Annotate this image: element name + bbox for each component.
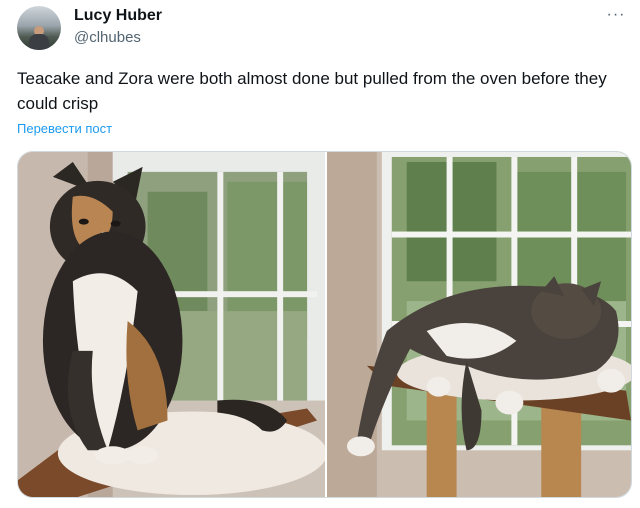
media-grid: [17, 151, 632, 498]
photo-tabby-cat[interactable]: [327, 152, 631, 497]
tabby-cat-image: [327, 152, 631, 497]
author-name[interactable]: Lucy Huber: [74, 7, 162, 25]
post-text: Teacake and Zora were both almost done b…: [17, 69, 607, 113]
avatar[interactable]: [17, 6, 61, 50]
tweet: Lucy Huber @clhubes ··· Teacake and Zora…: [0, 0, 640, 508]
author-handle[interactable]: @clhubes: [74, 29, 141, 46]
avatar-body: [29, 34, 49, 50]
calico-cat-image: [18, 152, 325, 497]
translate-post-link[interactable]: Перевести пост: [17, 121, 112, 136]
photo-calico-cat[interactable]: [18, 152, 325, 497]
more-options-icon[interactable]: ···: [604, 6, 628, 26]
